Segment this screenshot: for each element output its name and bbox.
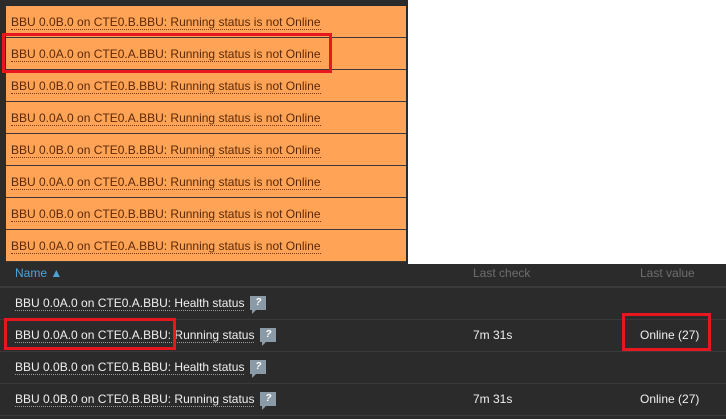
last-check: 7m 31s [473, 328, 513, 342]
problem-row[interactable]: BBU 0.0A.0 on CTE0.A.BBU: Running status… [6, 166, 406, 198]
problem-link[interactable]: BBU 0.0B.0 on CTE0.B.BBU: Running status… [11, 143, 321, 158]
problem-link[interactable]: BBU 0.0B.0 on CTE0.B.BBU: Running status… [11, 15, 321, 30]
problem-row[interactable]: BBU 0.0B.0 on CTE0.B.BBU: Running status… [6, 70, 406, 102]
item-name[interactable]: BBU 0.0A.0 on CTE0.A.BBU: Health status [15, 296, 245, 311]
last-value-column-header: Last value [640, 266, 695, 280]
help-icon[interactable]: ? [250, 360, 267, 378]
item-name[interactable]: BBU 0.0B.0 on CTE0.B.BBU: Health status [15, 360, 245, 375]
problem-link[interactable]: BBU 0.0B.0 on CTE0.B.BBU: Running status… [11, 207, 321, 222]
problem-row[interactable]: BBU 0.0A.0 on CTE0.A.BBU: Running status… [6, 230, 406, 262]
problem-row[interactable]: BBU 0.0A.0 on CTE0.A.BBU: Running status… [6, 102, 406, 134]
help-icon[interactable]: ? [260, 328, 277, 346]
problem-row[interactable]: BBU 0.0B.0 on CTE0.B.BBU: Running status… [6, 134, 406, 166]
table-row: BBU 0.0B.0 on CTE0.B.BBU: Running status… [0, 384, 726, 416]
highlight-box [4, 318, 176, 350]
last-check-column-header: Last check [473, 266, 531, 280]
highlight-box [2, 33, 332, 73]
table-row: BBU 0.0B.0 on CTE0.B.BBU: Health status? [0, 352, 726, 384]
table-row: BBU 0.0A.0 on CTE0.A.BBU: Health status? [0, 288, 726, 320]
help-icon[interactable]: ? [260, 392, 277, 410]
item-name[interactable]: BBU 0.0B.0 on CTE0.B.BBU: Running status [15, 392, 255, 407]
highlight-box [622, 313, 711, 351]
problem-row[interactable]: BBU 0.0B.0 on CTE0.B.BBU: Running status… [6, 198, 406, 230]
name-column-header[interactable]: Name ▲ [15, 266, 62, 280]
problem-link[interactable]: BBU 0.0A.0 on CTE0.A.BBU: Running status… [11, 111, 321, 126]
problem-link[interactable]: BBU 0.0A.0 on CTE0.A.BBU: Running status… [11, 239, 321, 254]
help-icon[interactable]: ? [250, 296, 267, 314]
last-value: Online (27) [640, 392, 700, 406]
table-header: Name ▲ Last check Last value [0, 264, 726, 288]
problem-link[interactable]: BBU 0.0A.0 on CTE0.A.BBU: Running status… [11, 175, 321, 190]
problem-link[interactable]: BBU 0.0B.0 on CTE0.B.BBU: Running status… [11, 79, 321, 94]
last-check: 7m 31s [473, 392, 513, 406]
